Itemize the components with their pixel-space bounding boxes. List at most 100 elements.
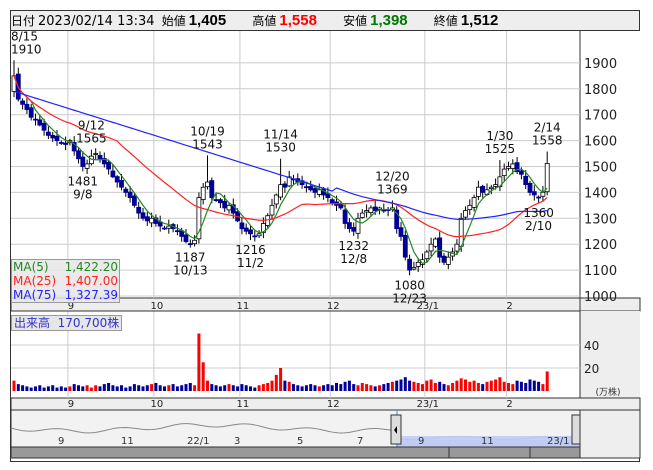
annotation-line1: 1360 bbox=[523, 206, 554, 220]
annotation-line1: 12/20 bbox=[375, 169, 410, 183]
candle-body bbox=[226, 204, 232, 211]
volume-bar bbox=[352, 384, 356, 391]
candle-body bbox=[41, 122, 47, 131]
candle-body bbox=[308, 186, 314, 191]
volume-bar bbox=[343, 381, 347, 391]
candle-body bbox=[411, 267, 417, 270]
date-tick-label: 2 bbox=[506, 301, 512, 312]
volume-bar bbox=[42, 387, 46, 391]
annotation-line2: 9/8 bbox=[73, 187, 92, 201]
volume-bar bbox=[464, 379, 467, 391]
volume-bar bbox=[283, 380, 287, 391]
candle-body bbox=[415, 261, 421, 267]
volume-bar bbox=[395, 380, 399, 391]
volume-bar bbox=[425, 380, 429, 391]
volume-bar bbox=[378, 385, 381, 391]
volume-bar bbox=[545, 371, 549, 391]
candle-body bbox=[523, 175, 529, 186]
volume-bar bbox=[451, 382, 455, 391]
volume-bar bbox=[537, 381, 541, 391]
volume-bar bbox=[141, 386, 145, 391]
navigator-tick-label: 23/1 bbox=[547, 436, 569, 447]
annotation-line2: 1543 bbox=[192, 137, 223, 151]
volume-bar bbox=[188, 382, 192, 391]
candle-body bbox=[273, 194, 279, 205]
volume-bar bbox=[317, 386, 321, 391]
volume-bar bbox=[416, 382, 420, 391]
candle-body bbox=[213, 199, 219, 201]
candle-body bbox=[519, 170, 524, 175]
candle-body bbox=[217, 199, 223, 204]
volume-bar bbox=[120, 385, 123, 391]
ma75-label: MA(75) bbox=[13, 288, 57, 302]
volume-bar bbox=[300, 386, 304, 391]
volume-bar bbox=[485, 381, 489, 391]
annotation-line2: 10/13 bbox=[173, 264, 208, 278]
volume-bar bbox=[489, 380, 493, 391]
volume-bar bbox=[46, 386, 50, 391]
volume-bar bbox=[519, 381, 523, 391]
navigator-tick-label: 11 bbox=[121, 436, 134, 447]
annotation-line2: 1565 bbox=[76, 132, 107, 146]
volume-bar bbox=[502, 381, 506, 391]
volume-bar bbox=[94, 385, 98, 391]
candle-body bbox=[351, 227, 357, 232]
volume-bar bbox=[128, 386, 132, 391]
candle-body bbox=[114, 176, 120, 183]
annotation-line1: 1216 bbox=[235, 243, 266, 257]
candle-body bbox=[303, 186, 309, 189]
date-tick-label: 23/1 bbox=[417, 399, 439, 410]
chart-canvas[interactable]: 1000 1100 1200 1300 1400 1500 1600 1700 1800 1900… bbox=[0, 0, 653, 470]
close-label: 終値 bbox=[433, 14, 458, 28]
volume-bar bbox=[369, 385, 373, 391]
volume-bar bbox=[38, 385, 42, 391]
volume-bar bbox=[498, 377, 502, 391]
annotation-line1: 2/14 bbox=[534, 120, 561, 134]
volume-bar bbox=[16, 384, 20, 391]
navigator-tick-label: 3 bbox=[234, 436, 240, 447]
volume-bar bbox=[322, 385, 326, 391]
candle-body bbox=[269, 204, 275, 216]
candle-body bbox=[222, 200, 228, 209]
candle-body bbox=[364, 210, 370, 213]
price-tick-label: 1200 bbox=[584, 238, 617, 253]
annotation-line2: 1558 bbox=[532, 133, 563, 147]
volume-tick-label: 20 bbox=[584, 362, 599, 376]
volume-bar bbox=[253, 387, 257, 391]
price-tick-label: 1700 bbox=[584, 109, 617, 124]
candle-body bbox=[76, 150, 81, 160]
annotation-line2: 1369 bbox=[377, 182, 408, 196]
candle-body bbox=[243, 227, 249, 232]
volume-bar bbox=[507, 382, 510, 391]
volume-bar bbox=[68, 386, 72, 391]
date-tick-label: 9 bbox=[68, 399, 74, 410]
volume-label: 出来高 bbox=[14, 316, 51, 330]
volume-bar bbox=[304, 385, 308, 391]
volume-bar bbox=[386, 382, 390, 391]
volume-unit-label: (万株) bbox=[595, 386, 620, 398]
candle-body bbox=[84, 163, 90, 169]
price-tick-label: 1900 bbox=[584, 57, 617, 72]
volume-bar bbox=[214, 385, 218, 391]
candle-body bbox=[493, 184, 499, 187]
date-tick-label: 10 bbox=[151, 301, 164, 312]
navigator-corner bbox=[579, 409, 641, 459]
scrollbar[interactable] bbox=[10, 446, 581, 459]
date-tick-label: 12 bbox=[327, 399, 340, 410]
candle-body bbox=[437, 237, 443, 258]
candle-body bbox=[149, 217, 155, 224]
volume-bar bbox=[382, 384, 386, 391]
volume-bar bbox=[197, 333, 201, 391]
volume-bar bbox=[541, 384, 545, 391]
annotation-line1: 1481 bbox=[68, 174, 99, 188]
candle-body bbox=[28, 107, 34, 118]
volume-bar bbox=[12, 380, 16, 391]
volume-bar bbox=[270, 380, 274, 391]
datetime: 2023/02/14 13:34 bbox=[38, 14, 155, 29]
volume-bar bbox=[412, 381, 416, 391]
candle-body bbox=[110, 170, 116, 178]
volume-bar bbox=[29, 387, 33, 391]
candle-body bbox=[372, 206, 378, 211]
volume-bar bbox=[515, 380, 519, 391]
stock-chart-widget: 1000 1100 1200 1300 1400 1500 1600 1700 1800 1900… bbox=[0, 0, 653, 470]
